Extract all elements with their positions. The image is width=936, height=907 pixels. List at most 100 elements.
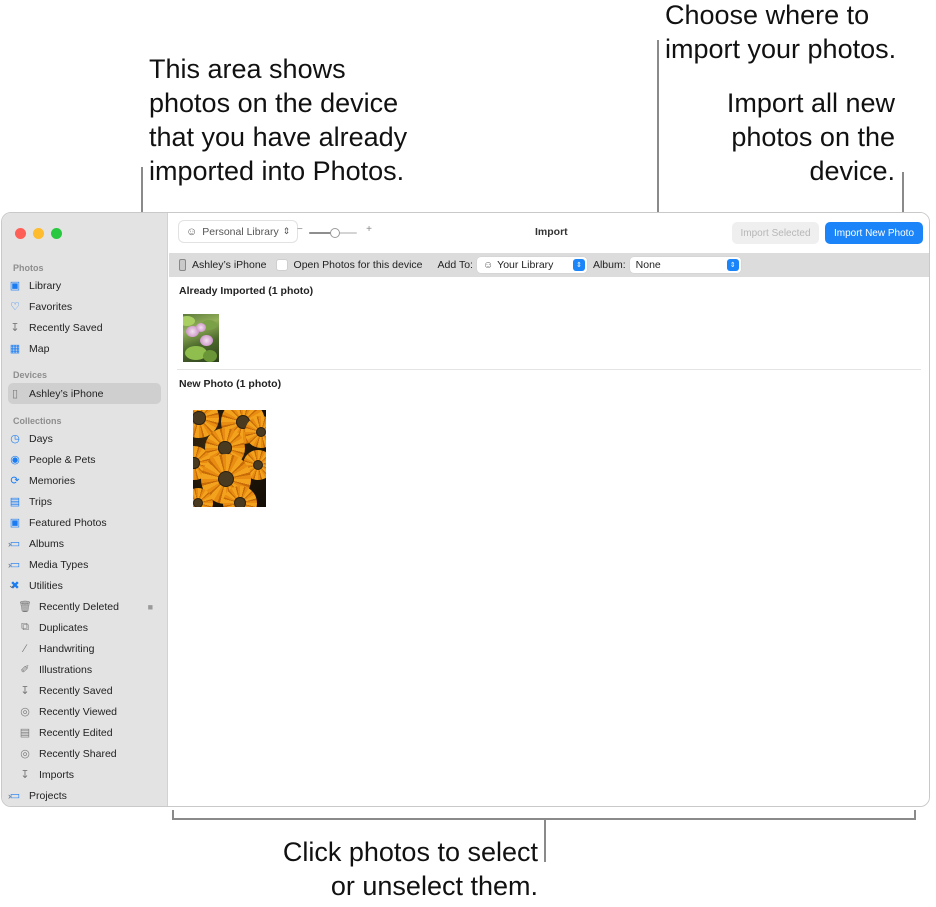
- sidebar-item-duplicates[interactable]: ⧉ Duplicates: [18, 617, 161, 638]
- sidebar-item-handwriting[interactable]: ∕ Handwriting: [18, 638, 161, 659]
- callout-choose-where: Choose where to import your photos.: [665, 0, 896, 66]
- import-selected-button[interactable]: Import Selected: [732, 222, 819, 244]
- tray-download-icon: ↧: [20, 769, 30, 781]
- sidebar-item-recently-deleted[interactable]: 🗑 Recently Deleted ■: [18, 596, 161, 617]
- callout-line: that you have already: [149, 122, 408, 152]
- trash-icon: 🗑: [18, 601, 32, 613]
- callout-import-all: Import all new photos on the device.: [680, 86, 895, 188]
- sidebar-item-memories[interactable]: ⟳ Memories: [8, 470, 161, 491]
- sidebar-item-imports[interactable]: ↧ Imports: [18, 764, 161, 785]
- callout-already-imported: This area shows photos on the device tha…: [149, 52, 407, 188]
- callout-line: This area shows: [149, 54, 346, 84]
- sidebar-item-label: Recently Edited: [39, 726, 113, 739]
- library-picker-label: Personal Library: [202, 225, 279, 238]
- sidebar-item-recently-saved-utility[interactable]: ↧ Recently Saved: [18, 680, 161, 701]
- sidebar-item-label: Duplicates: [39, 621, 89, 634]
- sidebar-item-featured-photos[interactable]: ▣ Featured Photos: [8, 512, 161, 533]
- sidebar-item-label: People & Pets: [29, 453, 96, 466]
- sidebar-item-illustrations[interactable]: ✐ Illustrations: [18, 659, 161, 680]
- sidebar-section-collections: Collections: [13, 416, 62, 426]
- eye-icon: ◎: [20, 706, 30, 718]
- section-divider: [177, 369, 921, 370]
- sidebar-item-label: Trips: [29, 495, 52, 508]
- photo-thumbnail-new[interactable]: [193, 410, 266, 507]
- disclosure-chevron-right-icon[interactable]: ›: [8, 539, 11, 549]
- close-window-button[interactable]: [15, 228, 26, 239]
- photos-import-window: Photos ▣ Library ♡ Favorites ↧ Recently …: [1, 212, 930, 807]
- sidebar-item-label: Days: [29, 432, 53, 445]
- callout-line: photos on the device: [149, 88, 399, 118]
- sidebar-item-people-pets[interactable]: ◉ People & Pets: [8, 449, 161, 470]
- open-photos-checkbox[interactable]: [275, 259, 288, 271]
- sidebar-item-label: Illustrations: [39, 663, 93, 676]
- main-pane: ☺ Personal Library ⇕ − + Import Import S…: [169, 213, 929, 806]
- sidebar-item-ashleys-iphone[interactable]: ▯ Ashley’s iPhone: [8, 383, 161, 404]
- illustration-icon: ✐: [20, 664, 30, 676]
- sidebar-item-label: Featured Photos: [29, 516, 107, 529]
- sidebar-item-label: Recently Viewed: [39, 705, 118, 718]
- add-to-label: Add To:: [437, 259, 473, 271]
- sidebar-item-map[interactable]: ▦ Map: [8, 338, 161, 359]
- sidebar-item-library[interactable]: ▣ Library: [8, 275, 161, 296]
- sidebar-item-label: Recently Deleted: [39, 600, 119, 613]
- sidebar-item-utilities[interactable]: ⌄ ✖ Utilities: [8, 575, 161, 596]
- add-to-value: Your Library: [497, 259, 554, 271]
- import-new-photo-button[interactable]: Import New Photo: [825, 222, 923, 244]
- sidebar-item-favorites[interactable]: ♡ Favorites: [8, 296, 161, 317]
- duplicates-icon: ⧉: [21, 621, 29, 633]
- callout-line: Choose where to: [665, 0, 870, 30]
- sidebar-section-photos: Photos: [13, 263, 44, 273]
- window-controls: [15, 228, 62, 239]
- edit-doc-icon: ▤: [19, 727, 31, 739]
- sidebar-item-trips[interactable]: ▤ Trips: [8, 491, 161, 512]
- sidebar-item-days[interactable]: ◷ Days: [8, 428, 161, 449]
- add-to-popup[interactable]: ☺ Your Library ⇕: [476, 257, 587, 273]
- album-popup[interactable]: None ⇕: [629, 257, 741, 273]
- sidebar-item-recently-saved[interactable]: ↧ Recently Saved: [8, 317, 161, 338]
- library-picker[interactable]: ☺ Personal Library ⇕: [178, 220, 299, 243]
- sidebar-item-projects[interactable]: › ▭ Projects: [8, 785, 161, 806]
- sidebar-item-recently-edited[interactable]: ▤ Recently Edited: [18, 722, 161, 743]
- sidebar-item-label: Map: [29, 342, 50, 355]
- callout-line: Click photos to select: [282, 837, 538, 867]
- sidebar-item-label: Albums: [29, 537, 65, 550]
- sidebar-item-label: Recently Saved: [29, 321, 103, 334]
- sidebar-item-label: Recently Saved: [39, 684, 113, 697]
- callout-line: Import all new: [726, 88, 895, 118]
- memories-icon: ⟳: [10, 475, 20, 487]
- sidebar-item-label: Handwriting: [39, 642, 95, 655]
- map-icon: ▦: [9, 343, 21, 355]
- featured-photo-icon: ▣: [9, 517, 21, 529]
- pen-stroke-icon: ∕: [24, 642, 26, 655]
- zoom-window-button[interactable]: [51, 228, 62, 239]
- album-value: None: [635, 259, 661, 271]
- sidebar-item-recently-viewed[interactable]: ◎ Recently Viewed: [18, 701, 161, 722]
- person-circle-icon: ◉: [10, 454, 20, 466]
- slider-max-label: +: [366, 224, 372, 235]
- suitcase-icon: ▤: [9, 496, 21, 508]
- sidebar-item-albums[interactable]: › ▭ Albums: [8, 533, 161, 554]
- slider-thumb[interactable]: [330, 228, 341, 238]
- chevron-up-down-icon: ⇕: [572, 259, 585, 271]
- thumbnail-size-slider[interactable]: − +: [297, 224, 372, 239]
- minimize-window-button[interactable]: [33, 228, 44, 239]
- person-icon: ☺: [186, 225, 198, 238]
- photo-thumbnail-already-imported[interactable]: [183, 314, 219, 362]
- sidebar-item-label: Utilities: [29, 579, 63, 592]
- tray-download-icon: ↧: [10, 322, 20, 334]
- slider-min-label: −: [297, 224, 303, 235]
- sidebar-item-recently-shared[interactable]: ◎ Recently Shared: [18, 743, 161, 764]
- callout-click-photos: Click photos to select or unselect them.: [220, 835, 538, 903]
- sidebar-item-label: Imports: [39, 768, 75, 781]
- album-label: Album:: [592, 259, 626, 271]
- disclosure-chevron-down-icon[interactable]: ⌄: [8, 580, 16, 591]
- shared-icon: ◎: [20, 748, 30, 760]
- disclosure-chevron-right-icon[interactable]: ›: [8, 560, 11, 570]
- open-photos-label[interactable]: Open Photos for this device: [294, 259, 423, 271]
- disclosure-chevron-right-icon[interactable]: ›: [8, 791, 11, 801]
- sidebar-item-media-types[interactable]: › ▭ Media Types: [8, 554, 161, 575]
- import-content: Already Imported (1 photo) New Photo (1 …: [169, 277, 929, 806]
- callout-line: photos on the: [731, 122, 895, 152]
- section-title-new-photo: New Photo (1 photo): [179, 378, 282, 390]
- iphone-icon: ▯: [11, 388, 19, 400]
